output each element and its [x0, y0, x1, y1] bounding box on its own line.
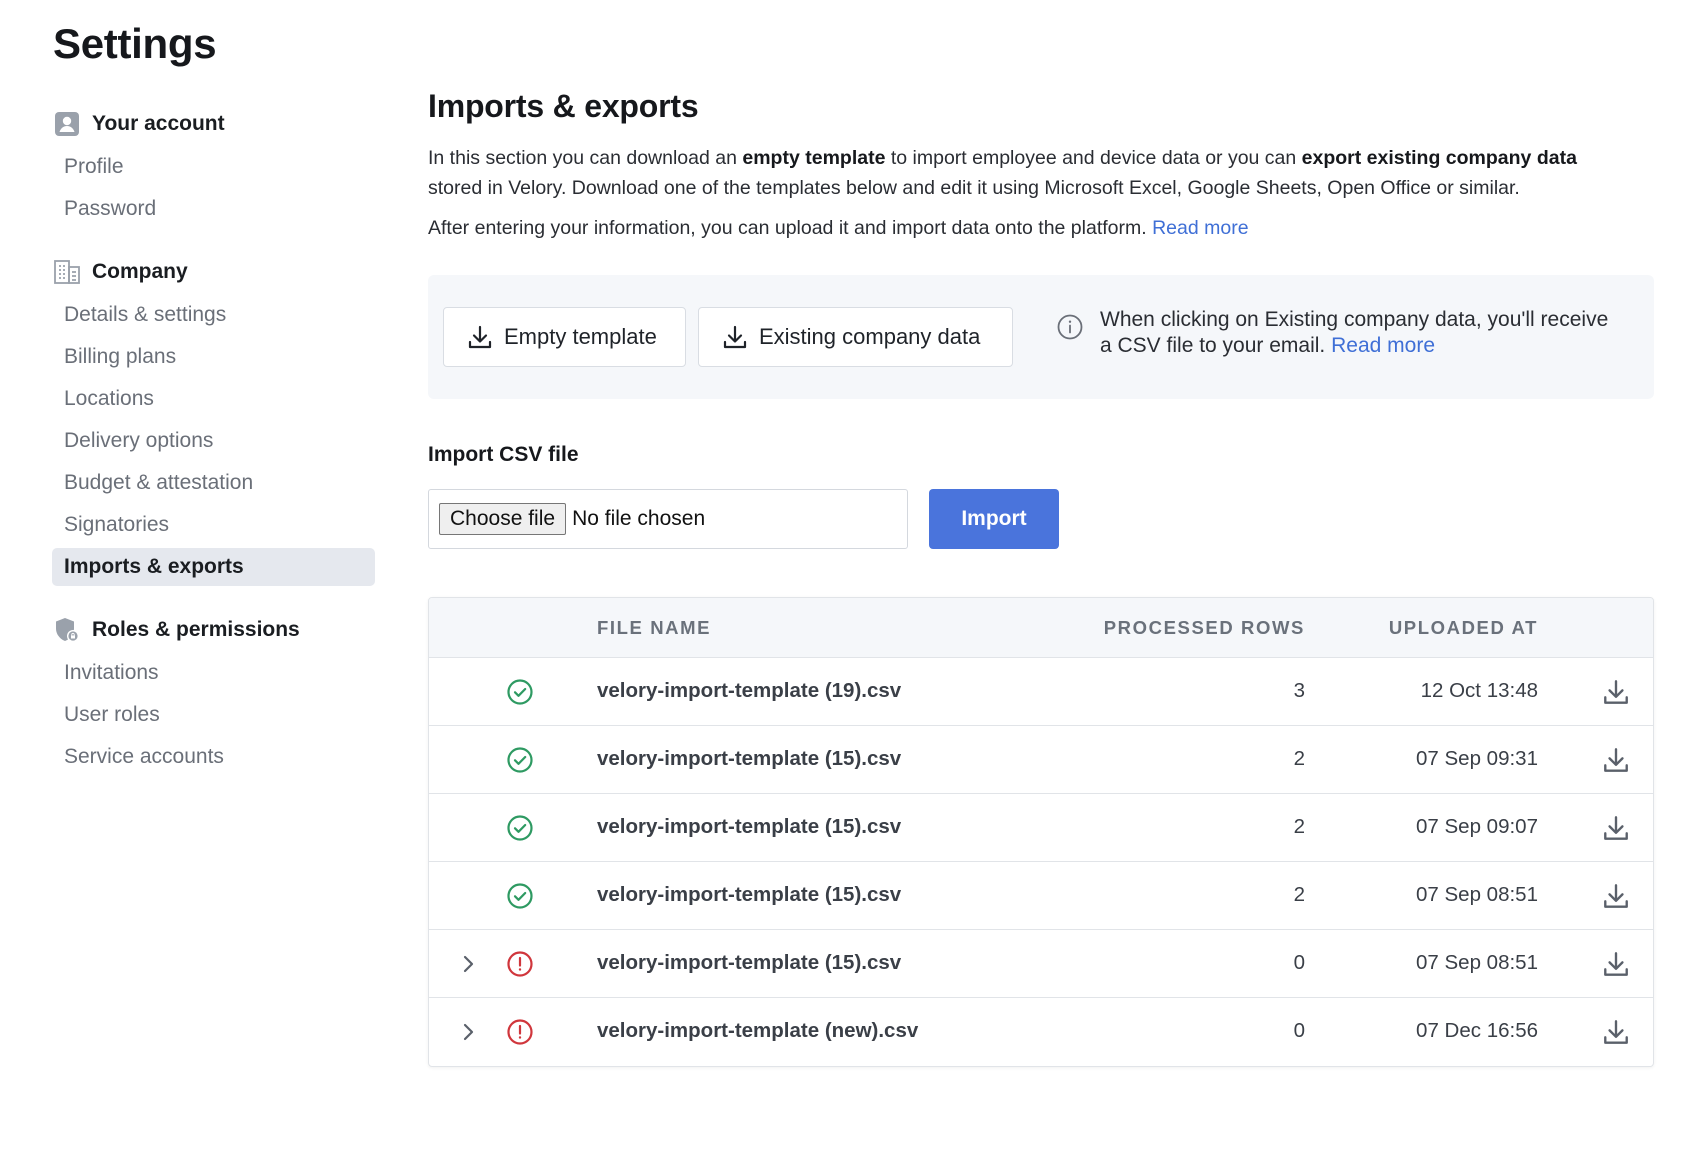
table-row: velory-import-template (15).csv 2 07 Sep 0…	[429, 862, 1653, 930]
error-alert-icon	[506, 950, 534, 978]
page-title: Settings	[53, 20, 217, 67]
sidebar-item-user-roles[interactable]: User roles	[52, 696, 375, 734]
download-icon	[721, 323, 749, 351]
sidebar-item-locations[interactable]: Locations	[52, 380, 375, 418]
file-name-cell: velory-import-template (15).csv	[597, 747, 902, 770]
file-input[interactable]: Choose file No file chosen	[428, 489, 908, 549]
file-name-cell: velory-import-template (15).csv	[597, 815, 902, 838]
sidebar-group-your-account: Your account Profile Password	[52, 104, 375, 228]
file-name-cell: velory-import-template (15).csv	[597, 883, 902, 906]
chevron-right-icon[interactable]	[457, 1020, 479, 1044]
processed-rows-cell: 0	[1293, 951, 1305, 974]
empty-template-button[interactable]: Empty template	[443, 307, 686, 367]
file-name-cell: velory-import-template (19).csv	[597, 679, 902, 702]
table-row: velory-import-template (15).csv 2 07 Sep 0…	[429, 726, 1653, 794]
table-row[interactable]: velory-import-template (15).csv 0 07 Sep 0…	[429, 930, 1653, 998]
uploaded-at-cell: 12 Oct 13:48	[1420, 679, 1538, 702]
imports-table: FILE NAME PROCESSED ROWS UPLOADED AT vel…	[428, 597, 1654, 1067]
info-icon	[1056, 313, 1084, 341]
chevron-right-icon[interactable]	[457, 952, 479, 976]
user-icon	[52, 109, 82, 139]
column-processed-rows: PROCESSED ROWS	[1103, 617, 1305, 638]
sidebar-item-invitations[interactable]: Invitations	[52, 654, 375, 692]
download-templates-box: Empty template Existing company data Whe…	[428, 275, 1654, 399]
sidebar-item-delivery-options[interactable]: Delivery options	[52, 422, 375, 460]
download-icon	[466, 323, 494, 351]
desc-text: After entering your information, you can…	[428, 217, 1147, 239]
download-icon[interactable]	[1601, 677, 1631, 707]
file-name-cell: velory-import-template (15).csv	[597, 951, 902, 974]
processed-rows-cell: 0	[1293, 1019, 1305, 1042]
sidebar-heading-label: Roles & permissions	[92, 618, 300, 641]
table-header: FILE NAME PROCESSED ROWS UPLOADED AT	[429, 598, 1653, 658]
processed-rows-cell: 2	[1293, 883, 1305, 906]
choose-file-button[interactable]: Choose file	[439, 503, 567, 535]
existing-company-data-label: Existing company data	[759, 324, 981, 349]
desc-text: to import employee and device data or yo…	[885, 147, 1302, 169]
sidebar-heading-company: Company	[52, 252, 375, 292]
download-icon[interactable]	[1601, 1017, 1631, 1047]
success-check-icon	[506, 678, 534, 706]
success-check-icon	[506, 814, 534, 842]
building-icon	[52, 257, 82, 287]
export-info-text: When clicking on Existing company data, …	[1100, 307, 1620, 359]
table-row: velory-import-template (19).csv 3 12 Oct 1…	[429, 658, 1653, 726]
success-check-icon	[506, 882, 534, 910]
section-title: Imports & exports	[428, 88, 699, 124]
download-icon[interactable]	[1601, 745, 1631, 775]
read-more-link[interactable]: Read more	[1152, 217, 1248, 239]
sidebar-item-password[interactable]: Password	[52, 190, 375, 228]
table-row: velory-import-template (15).csv 2 07 Sep 0…	[429, 794, 1653, 862]
uploaded-at-cell: 07 Sep 09:07	[1416, 815, 1538, 838]
file-status: No file chosen	[572, 507, 706, 530]
sidebar-item-signatories[interactable]: Signatories	[52, 506, 375, 544]
download-icon[interactable]	[1601, 813, 1631, 843]
sidebar-item-imports-exports[interactable]: Imports & exports	[52, 548, 375, 586]
sidebar-heading-label: Company	[92, 260, 188, 283]
uploaded-at-cell: 07 Sep 08:51	[1416, 951, 1538, 974]
uploaded-at-cell: 07 Sep 09:31	[1416, 747, 1538, 770]
table-body: velory-import-template (19).csv 3 12 Oct 1…	[429, 658, 1653, 1066]
sidebar-item-details-settings[interactable]: Details & settings	[52, 296, 375, 334]
file-name-cell: velory-import-template (new).csv	[597, 1019, 919, 1042]
processed-rows-cell: 2	[1293, 815, 1305, 838]
shield-lock-icon	[52, 615, 82, 645]
column-file-name: FILE NAME	[597, 617, 712, 638]
existing-company-data-button[interactable]: Existing company data	[698, 307, 1013, 367]
import-csv-label: Import CSV file	[428, 443, 579, 466]
processed-rows-cell: 2	[1293, 747, 1305, 770]
desc-bold: empty template	[742, 147, 886, 169]
sidebar-heading-label: Your account	[92, 112, 225, 135]
success-check-icon	[506, 746, 534, 774]
empty-template-label: Empty template	[504, 324, 657, 349]
uploaded-at-cell: 07 Dec 16:56	[1416, 1019, 1538, 1042]
import-row: Choose file No file chosen Import	[428, 489, 1654, 549]
settings-sidebar: Your account Profile Password Company De…	[52, 104, 375, 800]
section-description-upload: After entering your information, you can…	[428, 213, 1654, 243]
table-row[interactable]: velory-import-template (new).csv 0 07 Dec …	[429, 998, 1653, 1066]
sidebar-group-company: Company Details & settings Billing plans…	[52, 252, 375, 586]
sidebar-item-billing-plans[interactable]: Billing plans	[52, 338, 375, 376]
section-description: In this section you can download an empt…	[428, 143, 1578, 203]
desc-bold: export existing company data	[1301, 147, 1577, 169]
sidebar-group-roles-permissions: Roles & permissions Invitations User rol…	[52, 610, 375, 776]
column-uploaded-at: UPLOADED AT	[1388, 617, 1538, 638]
download-icon[interactable]	[1601, 881, 1631, 911]
imports-exports-panel: Imports & exports In this section you ca…	[428, 88, 1654, 1067]
sidebar-item-profile[interactable]: Profile	[52, 148, 375, 186]
desc-text: In this section you can download an	[428, 147, 743, 169]
error-alert-icon	[506, 1018, 534, 1046]
download-icon[interactable]	[1601, 949, 1631, 979]
uploaded-at-cell: 07 Sep 08:51	[1416, 883, 1538, 906]
sidebar-item-budget-attestation[interactable]: Budget & attestation	[52, 464, 375, 502]
sidebar-heading-roles-permissions: Roles & permissions	[52, 610, 375, 650]
info-read-more-link[interactable]: Read more	[1331, 334, 1435, 357]
desc-text: stored in Velory. Download one of the te…	[428, 177, 1520, 199]
sidebar-item-service-accounts[interactable]: Service accounts	[52, 738, 375, 776]
processed-rows-cell: 3	[1293, 679, 1305, 702]
import-button[interactable]: Import	[929, 489, 1059, 549]
sidebar-heading-your-account: Your account	[52, 104, 375, 144]
